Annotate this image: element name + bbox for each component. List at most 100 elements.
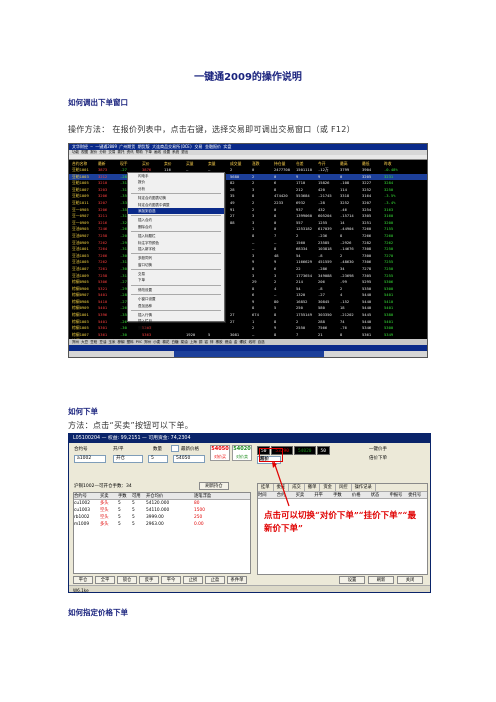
quote-cell: 8 <box>340 232 343 238</box>
quote-cell: 288 <box>318 318 325 324</box>
window-buttons[interactable]: 设置 刷新 关闭 <box>339 576 423 584</box>
quote-row[interactable]: 豆油10097258-317262331773654349088-2369873… <box>69 273 427 280</box>
quote-cell: 3207 <box>98 199 108 205</box>
quote-row[interactable]: 豆粕1001 3873 -27 3876 116— —2 0 2477700 1501110 -1… <box>69 167 427 174</box>
quote-row[interactable]: 豆油10077261-3072648622-2863472787250 <box>69 266 427 273</box>
quote-row[interactable]: 棕榈1005 5301 -30 5303 2 9 2550 7566 -76 5346 5300 <box>69 325 427 332</box>
quote-row[interactable]: 豆粕10053210-3132128226171015826-108322732… <box>69 180 427 187</box>
contract-name: 豆一0909 <box>72 219 89 225</box>
quote-cell: 7266 <box>362 232 372 238</box>
quote-row[interactable]: 棕榈1007 5361 -30 5363 1920 5 3081 — 8 7 21 8 5361 5349 <box>69 332 427 339</box>
quote-column-header: 今开 <box>318 161 326 166</box>
context-menu-item[interactable]: 分析 <box>128 186 224 192</box>
quote-cell: 7255 <box>384 259 394 265</box>
contract-name: 豆油1001 <box>72 246 89 252</box>
quote-cell: 8 <box>252 232 255 238</box>
context-menu-item[interactable]: 叠加品种 <box>128 303 224 309</box>
context-menu-item[interactable]: 窗口切换 <box>128 262 224 268</box>
quote-row[interactable]: 豆一09073211-31321327381399060605204-15714… <box>69 213 427 220</box>
quote-cell: 7278 <box>362 265 372 271</box>
quote-cell: — <box>274 239 277 245</box>
window-button[interactable]: 刷新 <box>368 576 394 584</box>
quote-column-header: 买价 <box>142 161 150 166</box>
quote-row[interactable]: 棕榈09085410-2754129801685230845-152544054… <box>69 299 427 306</box>
quote-cell: 3305 <box>362 213 372 219</box>
context-menu-item[interactable]: 插入新字段 <box>128 246 224 252</box>
action-button[interactable]: 止盈 <box>205 576 225 584</box>
quote-row[interactable]: 豆油09097262-297266——156023585-29267282726… <box>69 240 427 247</box>
quote-row[interactable]: 豆粕10093206-353208358474420553684-2174533… <box>69 193 427 200</box>
quote-cell: 8 <box>252 285 255 291</box>
quote-row[interactable]: 豆一09093216-323218883055712551432513200 <box>69 220 427 227</box>
position-action-buttons[interactable]: 平仓 全平 锁仓 反手 平今 止损 止盈 条件单 <box>73 576 247 584</box>
quote-cell: 5300 <box>384 325 394 331</box>
quote-cell: 3160 <box>384 213 394 219</box>
order-window: L05100204 — 权益: 99,2151 — 可用资金: 74,2304 … <box>68 433 431 593</box>
quote-row[interactable]: 棕榈10035401-265403271822887454405401 <box>69 319 427 326</box>
window-button[interactable]: 设置 <box>339 576 365 584</box>
quote-cell: 5401 <box>384 305 394 311</box>
action-button[interactable]: 条件单 <box>227 576 247 584</box>
quote-row[interactable]: 棕榈09075401-2854036—1320-27454405401 <box>69 292 427 299</box>
quote-row[interactable]: 豆一09053206-3532109120937432-4632543163 <box>69 207 427 214</box>
section3-heading: 如何指定价格下单 <box>68 608 128 617</box>
quote-row[interactable]: 豆油10057262-317266991166629451559-4863073… <box>69 259 427 266</box>
action-button[interactable]: 反手 <box>139 576 159 584</box>
quote-cell: 5401 <box>98 305 108 311</box>
context-menu[interactable]: 闪电手 报价 分析 特定合约图表切换 特定合约图表中调整 添加到自选 插入合约 删除合约 插入标… <box>127 172 225 330</box>
quote-row[interactable]: 棕榈10015396-3553982767481755149303350-212… <box>69 312 427 319</box>
quote-cell: 7305 <box>362 272 372 278</box>
quote-cell: 7306 <box>362 259 372 265</box>
quote-cell <box>230 325 252 332</box>
quote-row[interactable]: 棕榈09065321-2953248454-8253505300 <box>69 286 427 293</box>
quote-cell: 3904 <box>362 167 372 172</box>
action-button[interactable]: 平今 <box>161 576 181 584</box>
quote-cell: 1560 <box>296 239 306 245</box>
quote-cell <box>230 286 252 293</box>
quote-cell: 3206 <box>98 206 108 212</box>
quote-cell: 3211 <box>98 213 108 219</box>
quote-cell: 28 <box>230 186 235 192</box>
quote-cell: 49 <box>230 199 235 205</box>
quote-row[interactable]: 豆粕10113207-33320949222336932-2832523207-… <box>69 200 427 207</box>
quote-cell: 7262 <box>384 239 394 245</box>
quote-cell: 9 <box>252 259 255 265</box>
action-button[interactable]: 止损 <box>183 576 203 584</box>
context-menu-item[interactable]: 添加到自选 <box>128 207 224 215</box>
context-menu-item[interactable]: 下单 <box>128 277 224 283</box>
quote-cell <box>230 266 252 273</box>
menu-separator <box>131 231 221 233</box>
quote-cell: 7246 <box>98 226 108 232</box>
quote-row[interactable]: 豆油09077258-207260872-236872667260 <box>69 233 427 240</box>
action-button[interactable]: 锁仓 <box>117 576 137 584</box>
quote-cell: 3216 <box>98 219 108 225</box>
quote-cell: 1255 <box>318 219 328 225</box>
quote-row[interactable]: 豆粕10073203-313205283821242011432523250 <box>69 187 427 194</box>
quote-row[interactable]: 棕榈09055306-275310292214206-9952955306 <box>69 279 427 286</box>
quote-cell: 7 <box>296 331 299 337</box>
quote-cell: 5440 <box>362 298 372 304</box>
action-button[interactable]: 全平 <box>95 576 115 584</box>
quote-row[interactable]: 豆油09057246-267248101253182617039-4490472… <box>69 226 427 233</box>
quote-row[interactable]: 豆油10037266-30727034854-8273007270 <box>69 253 427 260</box>
contract-name: 豆油0909 <box>72 239 89 245</box>
context-menu-item[interactable]: 删除合约 <box>128 224 224 230</box>
contract-name: 棕榈1001 <box>72 312 89 318</box>
quote-cell: 7155 <box>384 226 394 232</box>
context-menu-item[interactable]: 修改设置 <box>128 287 224 293</box>
quote-cell: 1253182 <box>296 226 313 232</box>
quote-cell: 7255 <box>384 272 394 278</box>
quote-row[interactable]: 豆粕10033212-2832151450156802099032053231 <box>69 173 427 181</box>
quote-list[interactable]: 豆粕1001 3873 -27 3876 116— —2 0 2477700 1501110 -1… <box>69 167 427 345</box>
quote-cell: -28 <box>318 199 325 205</box>
quote-row[interactable]: 豆油10017264-317268—868334103818-146767308… <box>69 246 427 253</box>
quote-row[interactable]: 棕榈09095401-265403852505801854405401 <box>69 305 427 312</box>
quote-cell: 3203 <box>98 186 108 192</box>
quote-cell: -8 <box>318 285 323 291</box>
context-menu-item[interactable]: 删除栏目 <box>128 325 224 331</box>
quote-cell: 1 <box>252 226 255 232</box>
quote-cell: 3205 <box>362 173 372 179</box>
window-button[interactable]: 关闭 <box>397 576 423 584</box>
action-button[interactable]: 平仓 <box>73 576 93 584</box>
quote-cell: 35 <box>230 193 235 199</box>
